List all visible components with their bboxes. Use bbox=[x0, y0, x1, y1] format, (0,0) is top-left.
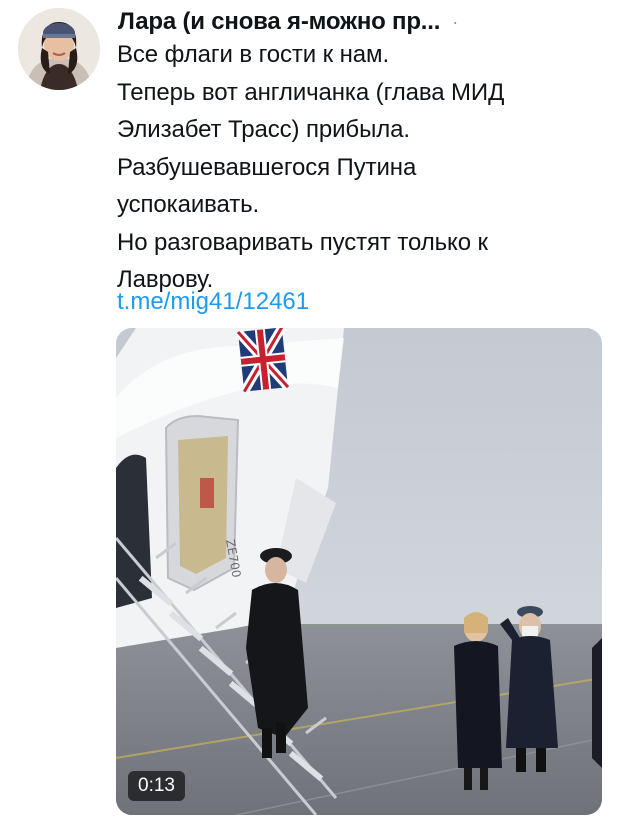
tweet-text-line: Все флаги в гости к нам. bbox=[117, 41, 390, 68]
author-name[interactable]: Лара (и снова я-можно пр... bbox=[118, 8, 440, 36]
avatar[interactable] bbox=[18, 8, 100, 90]
tweet-text-line: Но разговаривать пустят только к bbox=[117, 228, 488, 256]
video-duration-badge: 0:13 bbox=[128, 771, 185, 801]
tweet-card[interactable]: Лара (и снова я-можно пр... · Все флаги … bbox=[0, 0, 620, 825]
tweet-header: Лара (и снова я-можно пр... · bbox=[118, 6, 608, 38]
video-frame: ZE700 bbox=[116, 328, 602, 815]
tweet-link[interactable]: t.me/mig41/12461 bbox=[117, 286, 309, 318]
tweet-text: Все флаги в гости к нам. Теперь вот англ… bbox=[117, 36, 597, 299]
tweet-text-line: успокаивать. bbox=[117, 191, 260, 218]
tweet-text-line: Теперь вот англичанка (глава МИД bbox=[117, 78, 505, 106]
separator-dot: · bbox=[452, 12, 459, 32]
tweet-text-line: Элизабет Трасс) прибыла. bbox=[117, 116, 410, 143]
avatar-image bbox=[18, 8, 100, 90]
tweet-text-line: Разбушевавшегося Путина bbox=[117, 153, 417, 181]
video-player[interactable]: ZE700 0:13 bbox=[116, 328, 602, 815]
